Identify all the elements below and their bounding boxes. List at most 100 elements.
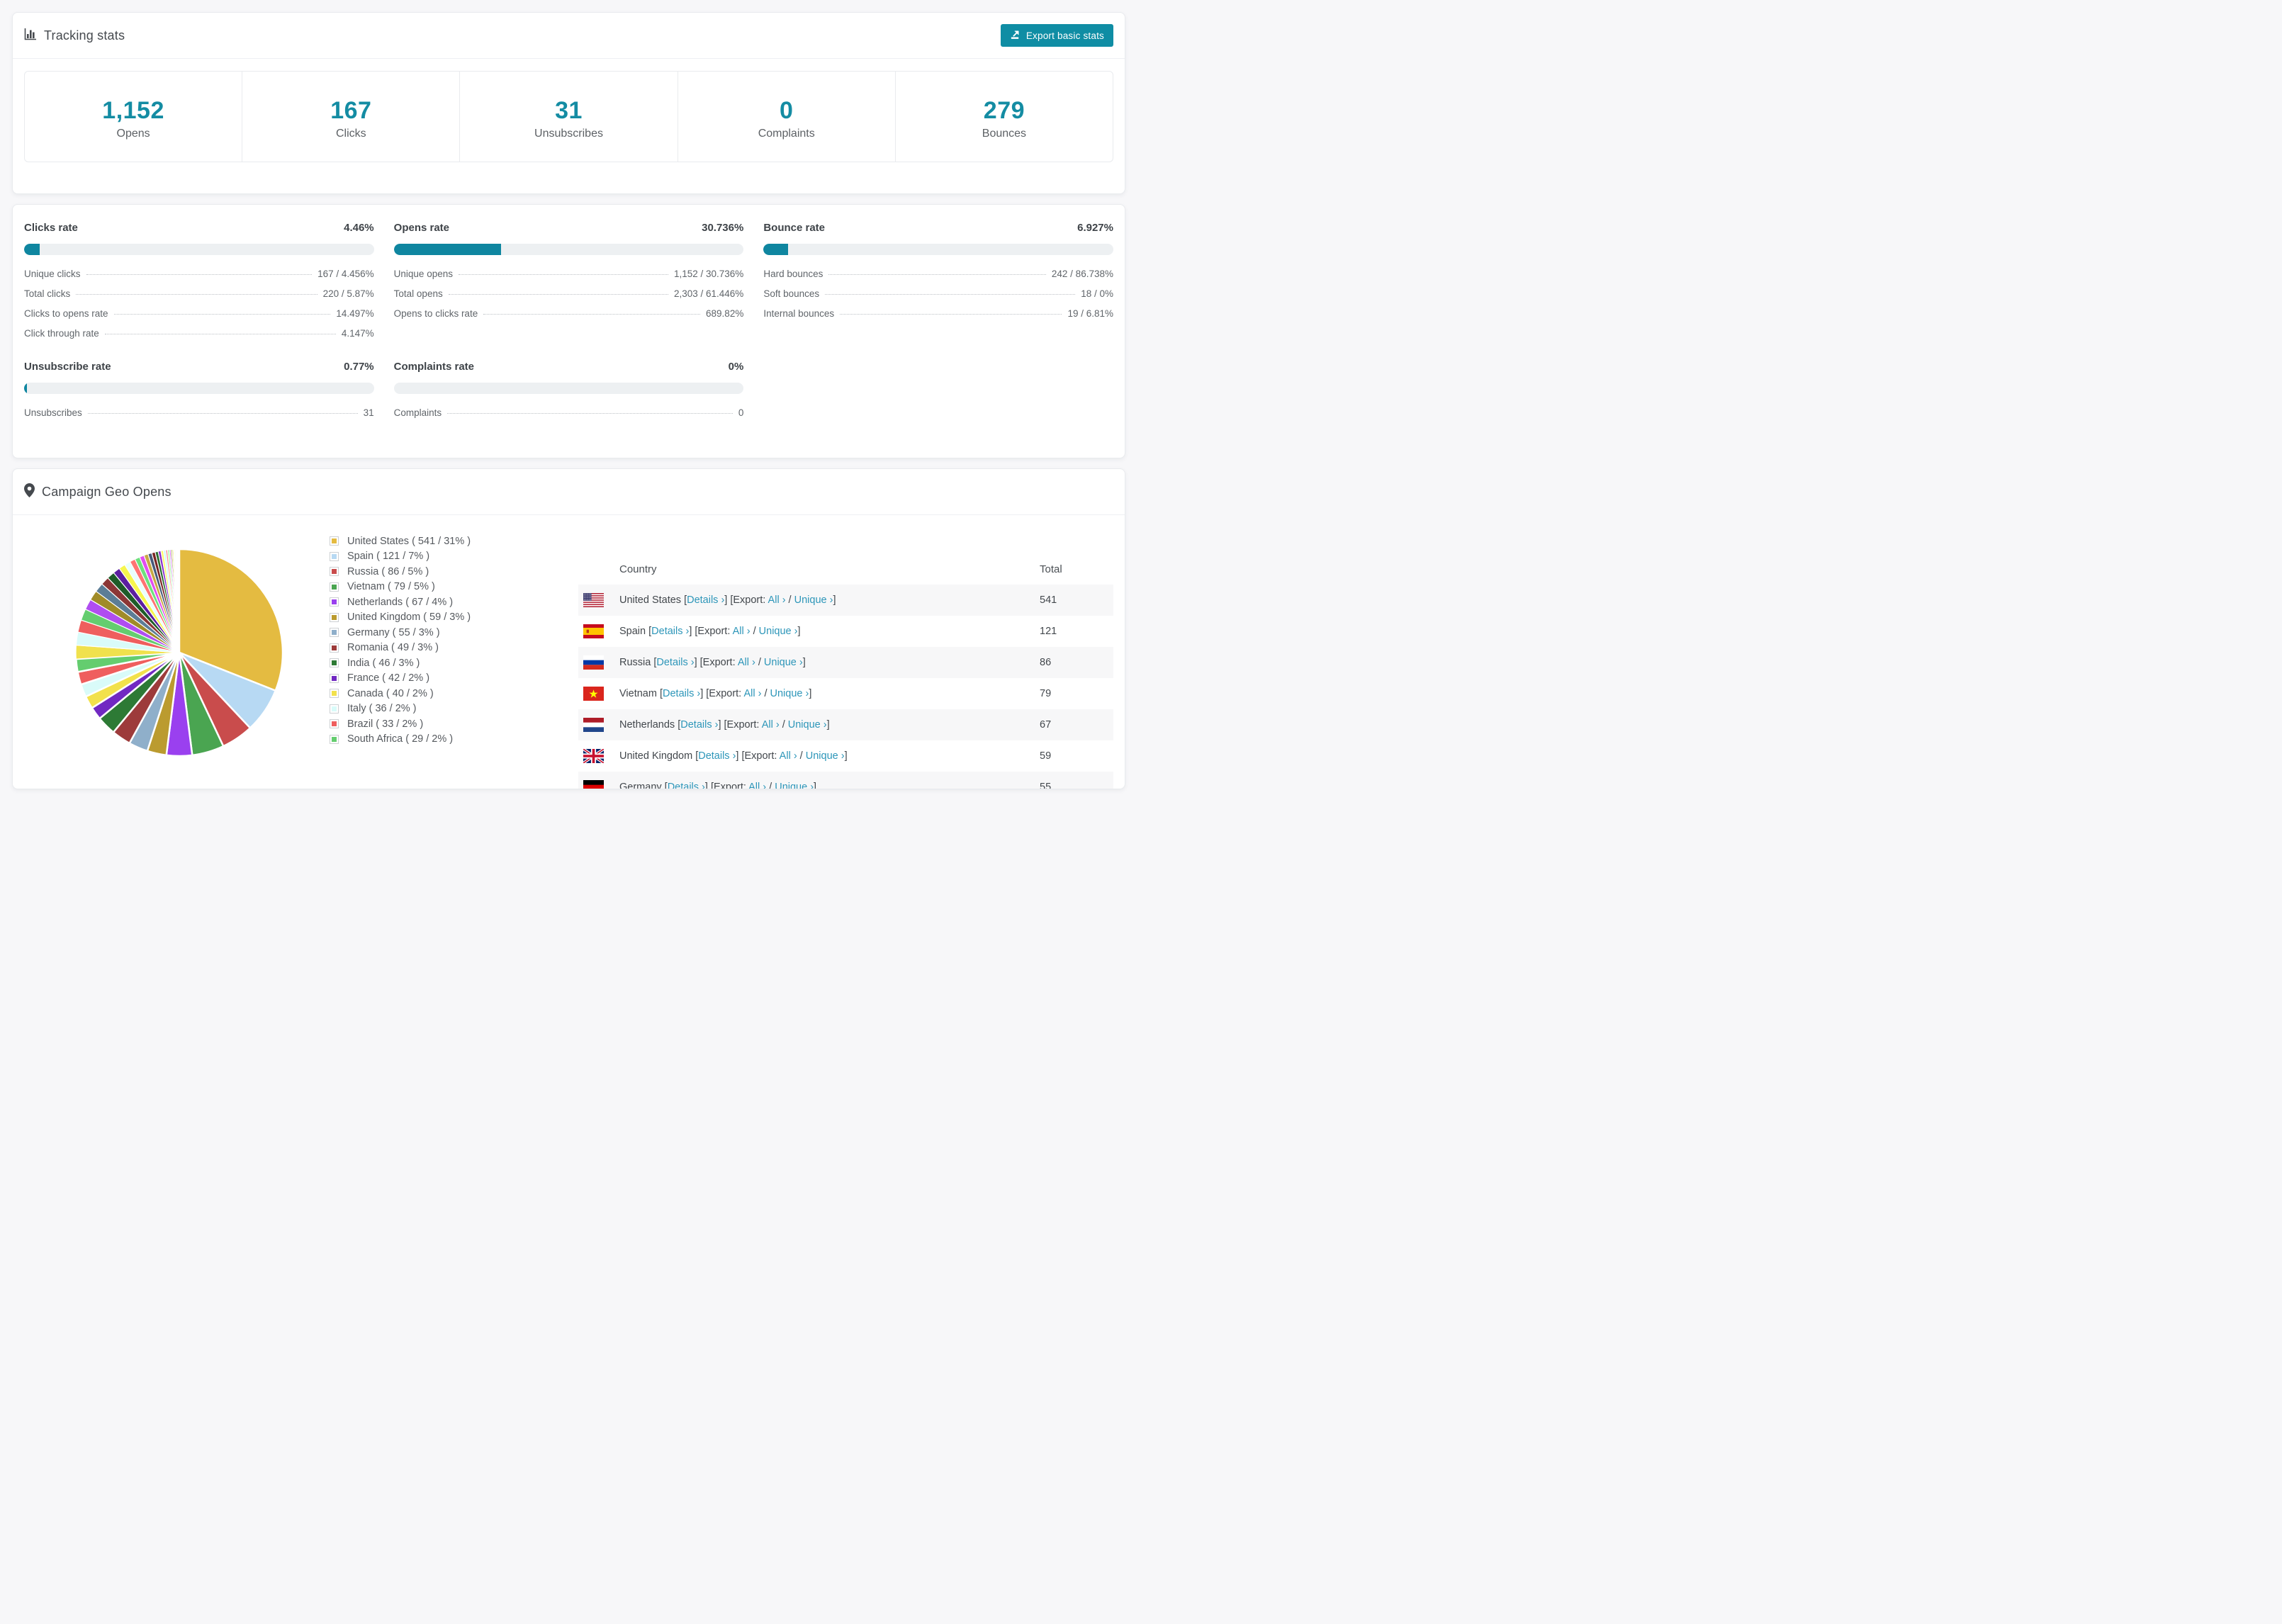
- export-all-link[interactable]: All ›: [748, 782, 766, 789]
- details-link[interactable]: Details ›: [680, 719, 718, 731]
- summary-box-clicks: 167 Clicks: [242, 72, 459, 162]
- rate-stat-row: Soft bounces 18 / 0%: [763, 288, 1113, 308]
- legend-label: Germany ( 55 / 3% ): [347, 626, 440, 638]
- details-link[interactable]: Details ›: [663, 688, 700, 699]
- geo-table-row-gb: United Kingdom [Details ›] [Export: All …: [578, 740, 1113, 772]
- legend-item-netherlands[interactable]: Netherlands ( 67 / 4% ): [330, 594, 471, 610]
- export-unique-link[interactable]: Unique ›: [770, 688, 809, 699]
- details-link[interactable]: Details ›: [656, 657, 694, 668]
- summary-label: Unsubscribes: [534, 128, 603, 140]
- geo-country-name: Germany: [619, 781, 665, 789]
- tracking-stats-header: Tracking stats Export basic stats: [13, 13, 1125, 59]
- summary-label: Clicks: [335, 128, 366, 140]
- export-all-link[interactable]: All ›: [738, 657, 755, 668]
- bar-chart-icon: [24, 28, 37, 44]
- rate-title: Unsubscribe rate: [24, 361, 111, 373]
- details-link[interactable]: Details ›: [698, 750, 736, 762]
- legend-item-brazil[interactable]: Brazil ( 33 / 2% ): [330, 716, 471, 732]
- rate-stat-value: 14.497%: [336, 308, 374, 319]
- legend-item-spain[interactable]: Spain ( 121 / 7% ): [330, 549, 471, 565]
- legend-swatch: [330, 536, 339, 546]
- geo-country-total: 79: [1040, 688, 1052, 699]
- geo-country-total: 55: [1040, 782, 1052, 789]
- legend-item-south-africa[interactable]: South Africa ( 29 / 2% ): [330, 732, 471, 748]
- legend-swatch: [330, 612, 339, 622]
- export-all-link[interactable]: All ›: [780, 750, 797, 762]
- export-unique-link[interactable]: Unique ›: [788, 719, 827, 731]
- summary-label: Bounces: [982, 128, 1027, 140]
- geo-pie-legend: United States ( 541 / 31% ) Spain ( 121 …: [330, 534, 471, 747]
- legend-item-russia[interactable]: Russia ( 86 / 5% ): [330, 564, 471, 580]
- export-all-link[interactable]: All ›: [743, 688, 761, 699]
- details-link[interactable]: Details ›: [668, 782, 705, 789]
- geo-opens-title-text: Campaign Geo Opens: [42, 484, 172, 499]
- summary-box-unsubscribes: 31 Unsubscribes: [459, 72, 677, 162]
- legend-label: Italy ( 36 / 2% ): [347, 703, 417, 715]
- rate-stat-value: 0: [738, 407, 744, 418]
- dotted-leader: [483, 314, 701, 315]
- rate-stat-row: Unique clicks 167 / 4.456%: [24, 269, 374, 288]
- legend-item-france[interactable]: France ( 42 / 2% ): [330, 671, 471, 687]
- legend-label: Vietnam ( 79 / 5% ): [347, 581, 435, 593]
- legend-item-united-kingdom[interactable]: United Kingdom ( 59 / 3% ): [330, 610, 471, 626]
- legend-label: Canada ( 40 / 2% ): [347, 687, 434, 699]
- export-basic-stats-button[interactable]: Export basic stats: [1000, 24, 1113, 47]
- geo-country-name: Netherlands: [619, 718, 678, 731]
- legend-swatch: [330, 567, 339, 577]
- summary-value: 167: [330, 97, 372, 124]
- rate-stat-label: Soft bounces: [763, 288, 820, 299]
- flag-es-icon: [583, 624, 604, 638]
- legend-item-india[interactable]: India ( 46 / 3% ): [330, 655, 471, 671]
- rate-stat-row: Internal bounces 19 / 6.81%: [763, 308, 1113, 328]
- geo-table-header-row: Country Total: [578, 553, 1113, 585]
- rate-stat-value: 2,303 / 61.446%: [673, 288, 744, 299]
- rate-progress-track: [24, 244, 374, 255]
- export-unique-link[interactable]: Unique ›: [806, 750, 845, 762]
- export-all-link[interactable]: All ›: [768, 594, 786, 606]
- summary-value: 0: [780, 97, 794, 124]
- geo-country-name: United States: [619, 594, 685, 606]
- export-unique-link[interactable]: Unique ›: [764, 657, 803, 668]
- legend-item-italy[interactable]: Italy ( 36 / 2% ): [330, 701, 471, 717]
- geo-pie-chart: [73, 546, 286, 762]
- export-all-link[interactable]: All ›: [762, 719, 780, 731]
- rate-stat-label: Click through rate: [24, 328, 99, 339]
- rate-stat-value: 4.147%: [341, 328, 374, 339]
- geo-table: Country Total United States [Details ›] …: [578, 553, 1113, 789]
- legend-label: Brazil ( 33 / 2% ): [347, 718, 424, 730]
- rate-stat-value: 31: [363, 407, 374, 418]
- dotted-leader: [458, 274, 668, 275]
- summary-box-opens: 1,152 Opens: [25, 72, 242, 162]
- geo-table-row-es: Spain [Details ›] [Export: All › / Uniqu…: [578, 616, 1113, 647]
- geo-table-row-nl: Netherlands [Details ›] [Export: All › /…: [578, 709, 1113, 740]
- export-unique-link[interactable]: Unique ›: [775, 782, 814, 789]
- summary-box-complaints: 0 Complaints: [677, 72, 895, 162]
- dotted-leader: [828, 274, 1046, 275]
- export-unique-link[interactable]: Unique ›: [759, 626, 798, 637]
- export-all-link[interactable]: All ›: [733, 626, 751, 637]
- details-link[interactable]: Details ›: [651, 626, 689, 637]
- rate-stat-row: Total clicks 220 / 5.87%: [24, 288, 374, 308]
- details-link[interactable]: Details ›: [687, 594, 724, 606]
- geo-col-country: Country: [619, 563, 657, 575]
- rate-stat-row: Unique opens 1,152 / 30.736%: [394, 269, 744, 288]
- legend-item-romania[interactable]: Romania ( 49 / 3% ): [330, 641, 471, 656]
- summary-value: 1,152: [102, 97, 164, 124]
- rate-stat-value: 18 / 0%: [1081, 288, 1113, 299]
- rate-value: 30.736%: [702, 222, 744, 234]
- rate-title: Clicks rate: [24, 222, 78, 234]
- legend-item-vietnam[interactable]: Vietnam ( 79 / 5% ): [330, 580, 471, 595]
- geo-opens-body: United States ( 541 / 31% ) Spain ( 121 …: [13, 515, 1125, 789]
- tracking-stats-title-text: Tracking stats: [44, 28, 125, 43]
- geo-country-total: 59: [1040, 750, 1052, 762]
- rate-value: 0.77%: [344, 361, 374, 373]
- legend-label: United Kingdom ( 59 / 3% ): [347, 611, 471, 624]
- legend-swatch: [330, 704, 339, 714]
- legend-item-united-states[interactable]: United States ( 541 / 31% ): [330, 534, 471, 549]
- legend-swatch: [330, 734, 339, 744]
- legend-item-canada[interactable]: Canada ( 40 / 2% ): [330, 686, 471, 701]
- summary-value: 31: [555, 97, 583, 124]
- export-unique-link[interactable]: Unique ›: [794, 594, 833, 606]
- legend-swatch: [330, 689, 339, 699]
- legend-item-germany[interactable]: Germany ( 55 / 3% ): [330, 625, 471, 641]
